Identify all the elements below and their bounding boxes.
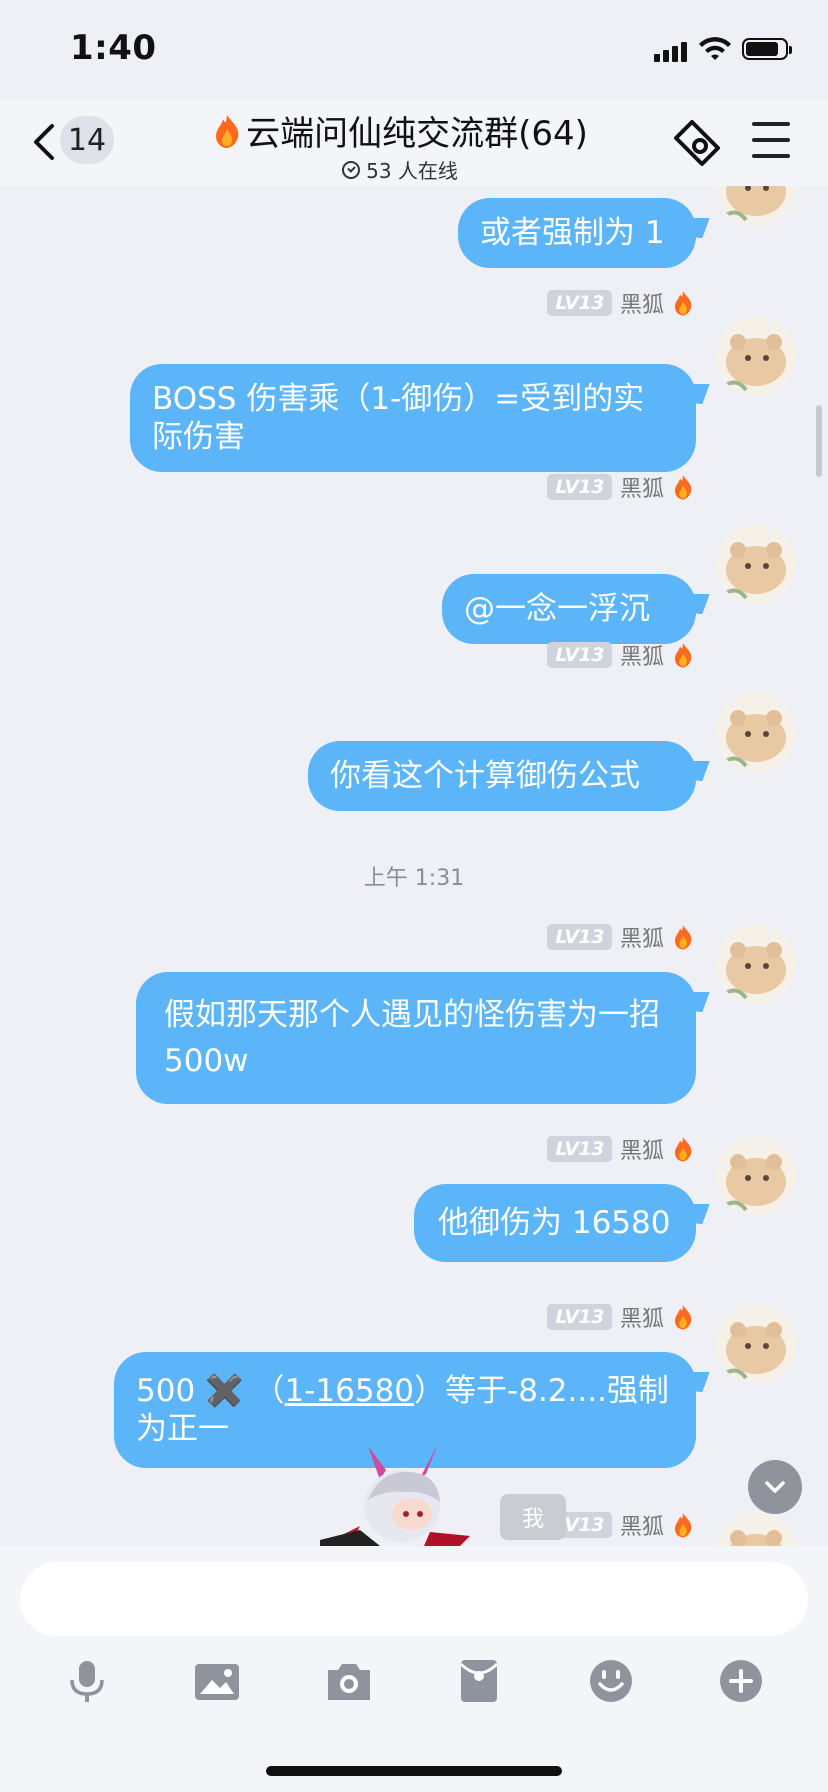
microphone-icon[interactable]	[62, 1656, 112, 1706]
message-list[interactable]: 或者强制为 1 LV13 黑狐 BOSS 伤害乘（1-御伤）=受到的实际伤害 L…	[0, 186, 828, 1546]
level-badge: LV13	[547, 1136, 612, 1162]
sender-name[interactable]: 黑狐	[620, 1301, 664, 1333]
flame-icon	[216, 115, 239, 148]
me-tag: 我	[500, 1494, 566, 1540]
phone-number-link[interactable]: 1-16580	[284, 1373, 414, 1409]
message-input[interactable]	[20, 1562, 808, 1636]
ticket-icon[interactable]	[670, 116, 724, 166]
level-badge: LV13	[547, 474, 612, 500]
flame-icon	[674, 1137, 692, 1162]
level-badge: LV13	[547, 290, 612, 316]
composer-toolbar	[0, 1656, 828, 1716]
plus-icon[interactable]	[716, 1656, 766, 1706]
back-chevron-icon[interactable]	[30, 122, 58, 162]
avatar[interactable]	[716, 924, 796, 1004]
flame-icon	[674, 475, 692, 500]
battery-icon	[742, 38, 792, 60]
cellular-signal-icon	[654, 40, 688, 62]
status-bar: 1:40	[0, 0, 828, 100]
avatar[interactable]	[716, 316, 796, 396]
online-status: 53 人在线	[200, 155, 600, 184]
avatar[interactable]	[716, 186, 796, 226]
menu-icon[interactable]	[752, 122, 790, 158]
wifi-icon	[699, 37, 731, 60]
status-time: 1:40	[70, 28, 157, 68]
sender-info: LV13 黑狐	[547, 638, 694, 672]
sender-name[interactable]: 黑狐	[620, 1133, 664, 1165]
message-bubble[interactable]: 假如那天那个人遇见的怪伤害为一招 500w	[136, 972, 696, 1104]
avatar[interactable]	[716, 524, 796, 604]
level-badge: LV13	[547, 642, 612, 668]
avatar[interactable]	[716, 1136, 796, 1216]
online-check-icon	[342, 160, 361, 179]
avatar[interactable]	[716, 692, 796, 772]
message-bubble[interactable]: 你看这个计算御伤公式	[308, 741, 696, 811]
level-badge: LV13	[547, 924, 612, 950]
composer	[0, 1546, 828, 1792]
flame-icon	[674, 1513, 692, 1538]
scroll-to-bottom-button[interactable]	[748, 1460, 802, 1514]
sender-name[interactable]: 黑狐	[620, 471, 664, 503]
emoji-icon[interactable]	[586, 1656, 636, 1706]
flame-icon	[674, 1305, 692, 1330]
home-indicator[interactable]	[266, 1766, 562, 1776]
sender-name[interactable]: 黑狐	[620, 1509, 664, 1541]
message-timestamp: 上午 1:31	[363, 866, 465, 891]
message-bubble[interactable]: 或者强制为 1	[458, 198, 696, 268]
message-bubble[interactable]: @一念一浮沉	[442, 574, 696, 644]
chat-header: 14 云端问仙纯交流群(64) 53 人在线	[0, 100, 828, 186]
flame-icon	[674, 925, 692, 950]
unread-count-badge[interactable]: 14	[60, 116, 114, 164]
online-count-text: 53 人在线	[366, 159, 458, 183]
page-title: 云端问仙纯交流群(64)	[200, 106, 600, 155]
chevron-down-icon	[765, 1481, 785, 1493]
message-bubble[interactable]: 他御伤为 16580	[414, 1184, 696, 1262]
flame-icon	[674, 291, 692, 316]
sender-info: LV13 黑狐	[547, 286, 694, 320]
sender-name[interactable]: 黑狐	[620, 287, 664, 319]
sender-info: LV13 黑狐	[547, 1132, 694, 1166]
anime-character-sticker	[320, 1444, 470, 1546]
sender-info: LV13 黑狐	[547, 920, 694, 954]
sender-info: LV13 黑狐	[547, 470, 694, 504]
camera-icon[interactable]	[324, 1656, 374, 1706]
level-badge: LV13	[547, 1304, 612, 1330]
message-bubble[interactable]: BOSS 伤害乘（1-御伤）=受到的实际伤害	[130, 364, 696, 472]
flame-icon	[674, 643, 692, 668]
sender-info: LV13 黑狐	[547, 1508, 694, 1542]
sender-name[interactable]: 黑狐	[620, 639, 664, 671]
chat-title-area[interactable]: 云端问仙纯交流群(64) 53 人在线	[200, 106, 600, 184]
avatar[interactable]	[716, 1512, 796, 1546]
chat-title-text: 云端问仙纯交流群(64)	[246, 114, 588, 154]
sender-name[interactable]: 黑狐	[620, 921, 664, 953]
avatar[interactable]	[716, 1304, 796, 1384]
image-icon[interactable]	[192, 1656, 242, 1706]
sender-info: LV13 黑狐	[547, 1300, 694, 1334]
red-packet-icon[interactable]	[454, 1656, 504, 1706]
scrollbar[interactable]	[816, 405, 822, 477]
